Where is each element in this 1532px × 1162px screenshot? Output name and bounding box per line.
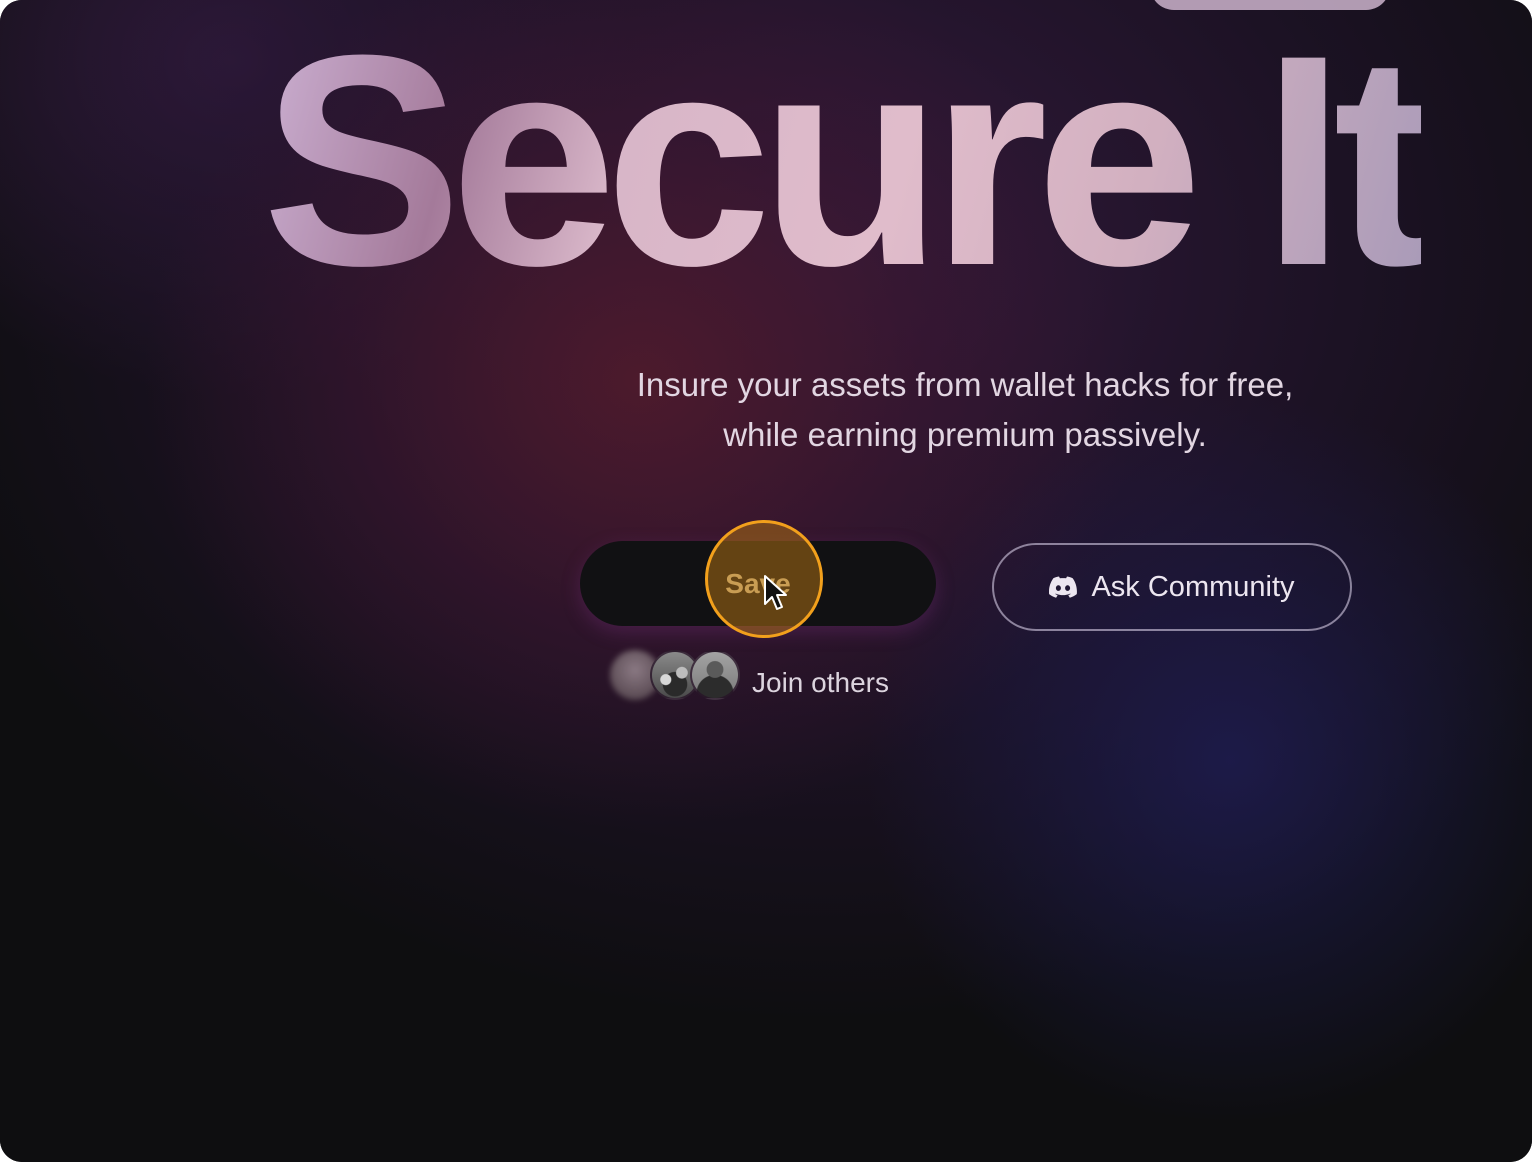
- save-button-label: Save: [725, 567, 791, 599]
- discord-icon: [1049, 576, 1078, 598]
- mouse-cursor-icon: [764, 575, 787, 610]
- save-button[interactable]: Save: [580, 541, 936, 626]
- hero-subtitle-line-1: Insure your assets from wallet hacks for…: [636, 366, 1294, 403]
- hero-title: Secure It: [262, 0, 1433, 328]
- ask-community-button[interactable]: Ask Community: [992, 543, 1352, 631]
- page-frame: Secure It Insure your assets from wallet…: [0, 0, 1532, 1162]
- hero-subtitle: Insure your assets from wallet hacks for…: [560, 360, 1370, 460]
- join-others-text: Join others: [752, 667, 889, 698]
- avatar-stack: [608, 646, 748, 706]
- hero-subtitle-line-2: while earning premium passively.: [723, 416, 1207, 453]
- ask-community-label: Ask Community: [1091, 570, 1295, 603]
- avatar: [690, 650, 740, 700]
